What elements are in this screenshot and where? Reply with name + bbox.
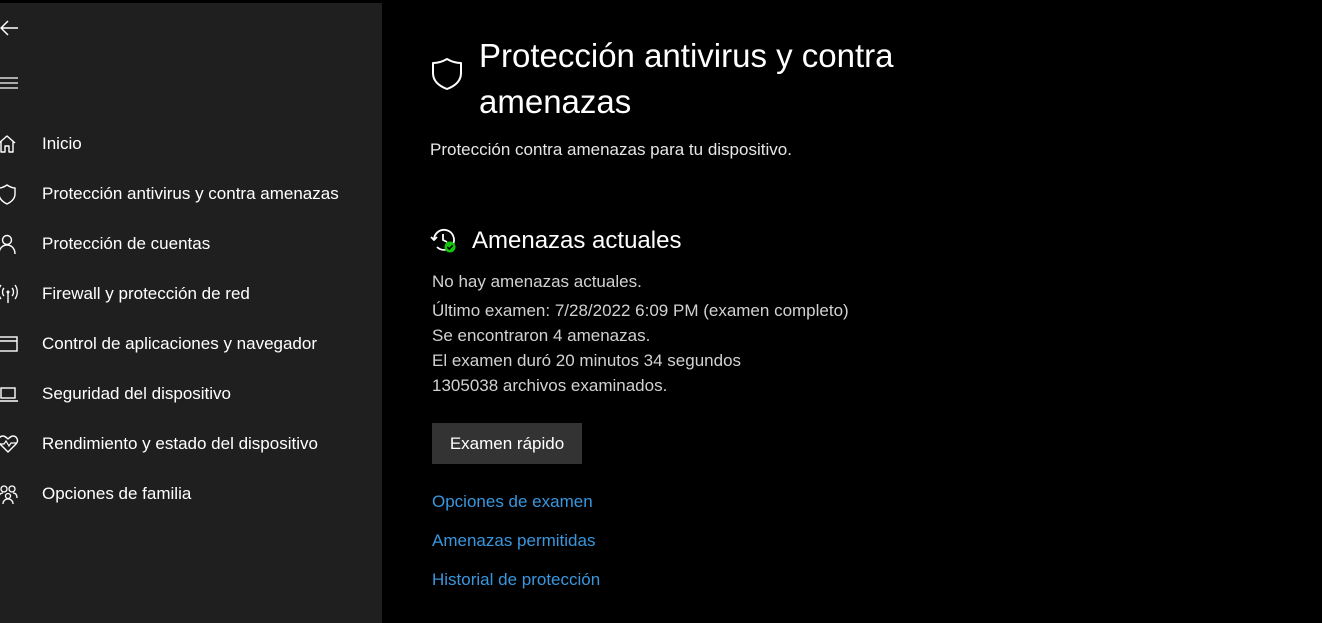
sidebar-item-aplicaciones[interactable]: Control de aplicaciones y navegador: [0, 322, 382, 366]
protection-history-link[interactable]: Historial de protección: [432, 570, 600, 590]
status-last-scan: Último examen: 7/28/2022 6:09 PM (examen…: [432, 301, 849, 320]
wireless-antenna-icon: [0, 284, 18, 303]
quick-scan-button[interactable]: Examen rápido: [432, 423, 582, 464]
hamburger-menu-icon[interactable]: [0, 72, 22, 94]
back-arrow-icon[interactable]: [0, 17, 22, 39]
status-files-scanned: 1305038 archivos examinados.: [432, 376, 668, 395]
page-subtitle: Protección contra amenazas para tu dispo…: [430, 140, 792, 159]
sidebar-item-label: Opciones de familia: [42, 484, 192, 503]
sidebar-item-rendimiento[interactable]: Rendimiento y estado del dispositivo: [0, 422, 382, 466]
history-check-icon: [430, 228, 456, 253]
scan-options-link[interactable]: Opciones de examen: [432, 492, 593, 512]
main-content: Protección antivirus y contra amenazas P…: [382, 0, 1322, 623]
status-threats-found: Se encontraron 4 amenazas.: [432, 326, 651, 345]
sidebar-item-antivirus[interactable]: Protección antivirus y contra amenazas: [0, 172, 382, 216]
sidebar-item-label: Protección antivirus y contra amenazas: [42, 184, 339, 203]
sidebar-item-label: Rendimiento y estado del dispositivo: [42, 434, 318, 453]
shield-icon: [432, 58, 462, 90]
windows-security-window: Inicio Protección antivirus y contra ame…: [0, 0, 1322, 623]
sidebar-item-label: Inicio: [42, 134, 82, 153]
family-icon: [0, 485, 18, 505]
sidebar-item-label: Firewall y protección de red: [42, 284, 250, 303]
sidebar-item-firewall[interactable]: Firewall y protección de red: [0, 272, 382, 316]
sidebar-item-label: Protección de cuentas: [42, 234, 211, 253]
sidebar-item-cuentas[interactable]: Protección de cuentas: [0, 222, 382, 266]
sidebar-item-label: Seguridad del dispositivo: [42, 384, 232, 403]
sidebar-item-familia[interactable]: Opciones de familia: [0, 472, 382, 516]
sidebar-item-label: Control de aplicaciones y navegador: [42, 334, 318, 353]
shield-icon: [0, 184, 16, 205]
allowed-threats-link[interactable]: Amenazas permitidas: [432, 531, 595, 551]
person-icon: [0, 234, 16, 255]
status-no-threats: No hay amenazas actuales.: [432, 272, 642, 291]
home-icon: [0, 135, 16, 153]
section-title: Amenazas actuales: [472, 227, 682, 254]
sidebar: Inicio Protección antivirus y contra ame…: [0, 3, 382, 623]
laptop-icon: [0, 387, 18, 402]
sidebar-item-inicio[interactable]: Inicio: [0, 122, 382, 166]
browser-window-icon: [0, 336, 18, 352]
heart-pulse-icon: [0, 435, 19, 453]
sidebar-item-seguridad-dispositivo[interactable]: Seguridad del dispositivo: [0, 372, 382, 416]
status-scan-duration: El examen duró 20 minutos 34 segundos: [432, 351, 742, 370]
page-title: Protección antivirus y contra amenazas: [479, 37, 894, 120]
